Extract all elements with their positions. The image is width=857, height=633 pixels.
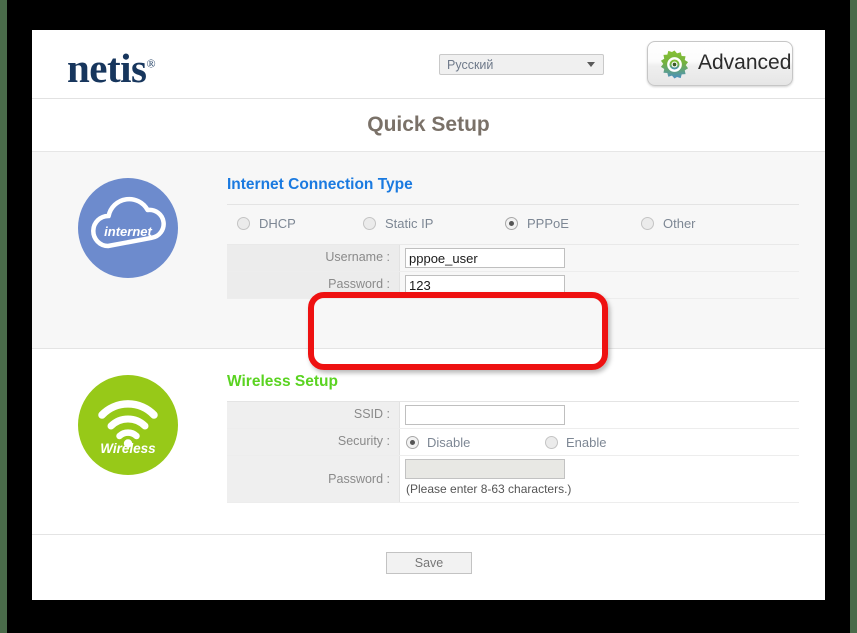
ssid-value-cell — [401, 402, 799, 428]
radio-security-disable-label: Disable — [427, 435, 470, 450]
language-select-value: Русский — [447, 57, 493, 74]
internet-connection-section: internet Internet Connection Type DHCP S… — [32, 152, 825, 349]
trademark-symbol: ® — [147, 56, 156, 70]
ssid-input[interactable] — [405, 405, 565, 425]
pppoe-password-label-cell: Password : — [227, 272, 400, 298]
internet-icon-column: internet — [78, 178, 178, 278]
radio-security-enable-indicator[interactable] — [545, 436, 558, 449]
radio-option-static-ip[interactable]: Static IP — [363, 216, 433, 231]
internet-section-heading: Internet Connection Type — [227, 152, 799, 204]
security-label-cell: Security : — [227, 429, 400, 455]
radio-pppoe-indicator[interactable] — [505, 217, 518, 230]
save-button[interactable]: Save — [386, 552, 472, 574]
radio-static-ip-label: Static IP — [385, 216, 433, 231]
page-header: netis® Русский — [32, 30, 825, 99]
footer-action-bar: Save — [32, 535, 825, 595]
wireless-content: Wireless Setup SSID : Security : — [227, 349, 799, 503]
security-label: Security : — [338, 434, 390, 448]
wireless-wifi-icon: Wireless — [78, 375, 178, 475]
radio-dhcp-indicator[interactable] — [237, 217, 250, 230]
internet-cloud-icon: internet — [78, 178, 178, 278]
radio-other-indicator[interactable] — [641, 217, 654, 230]
wireless-password-label-cell: Password : — [227, 456, 400, 502]
wireless-password-value-cell: (Please enter 8-63 characters.) — [401, 456, 799, 502]
radio-option-security-disable[interactable]: Disable — [406, 435, 470, 450]
radio-security-disable-indicator[interactable] — [406, 436, 419, 449]
radio-option-security-enable[interactable]: Enable — [545, 435, 606, 450]
wireless-section-heading: Wireless Setup — [227, 349, 799, 401]
pppoe-password-input[interactable] — [405, 275, 565, 295]
radio-static-ip-indicator[interactable] — [363, 217, 376, 230]
wireless-setup-section: Wireless Wireless Setup SSID : Securit — [32, 349, 825, 535]
pppoe-username-value-cell — [401, 245, 799, 271]
wireless-password-row: Password : (Please enter 8-63 characters… — [227, 456, 799, 503]
radio-dhcp-label: DHCP — [259, 216, 296, 231]
pppoe-password-label: Password : — [328, 277, 390, 291]
advanced-button[interactable]: Advanced — [647, 41, 793, 86]
router-admin-page: netis® Русский — [32, 30, 825, 600]
radio-other-label: Other — [663, 216, 696, 231]
logo-text: netis — [67, 45, 147, 91]
screenshot-canvas: netis® Русский — [0, 0, 857, 633]
netis-logo: netis® — [67, 44, 155, 92]
title-bar: Quick Setup — [32, 99, 825, 152]
radio-option-other[interactable]: Other — [641, 216, 696, 231]
gear-icon — [659, 49, 690, 80]
pppoe-password-value-cell — [401, 272, 799, 298]
security-row: Security : Disable Enable — [227, 429, 799, 456]
wireless-icon-caption: Wireless — [78, 441, 178, 456]
radio-option-dhcp[interactable]: DHCP — [237, 216, 296, 231]
advanced-button-label: Advanced — [698, 51, 791, 75]
wireless-icon-column: Wireless — [78, 375, 178, 475]
radio-option-pppoe[interactable]: PPPoE — [505, 216, 569, 231]
pppoe-username-input[interactable] — [405, 248, 565, 268]
pppoe-username-row: Username : — [227, 245, 799, 272]
radio-security-enable-label: Enable — [566, 435, 606, 450]
internet-icon-caption: internet — [78, 224, 178, 239]
ssid-label: SSID : — [354, 407, 390, 421]
wireless-password-hint: (Please enter 8-63 characters.) — [406, 482, 571, 496]
page-title: Quick Setup — [32, 113, 825, 137]
ssid-label-cell: SSID : — [227, 402, 400, 428]
pppoe-username-label-cell: Username : — [227, 245, 400, 271]
security-value-cell: Disable Enable — [401, 429, 799, 455]
wireless-password-input[interactable] — [405, 459, 565, 479]
pppoe-username-label: Username : — [325, 250, 390, 264]
internet-content: Internet Connection Type DHCP Static IP … — [227, 152, 799, 299]
wireless-password-label: Password : — [328, 472, 390, 486]
connection-type-radio-row: DHCP Static IP PPPoE Other — [227, 205, 799, 245]
chevron-down-icon — [587, 62, 595, 67]
ssid-row: SSID : — [227, 402, 799, 429]
pppoe-password-row: Password : — [227, 272, 799, 299]
radio-pppoe-label: PPPoE — [527, 216, 569, 231]
language-select[interactable]: Русский — [439, 54, 604, 75]
